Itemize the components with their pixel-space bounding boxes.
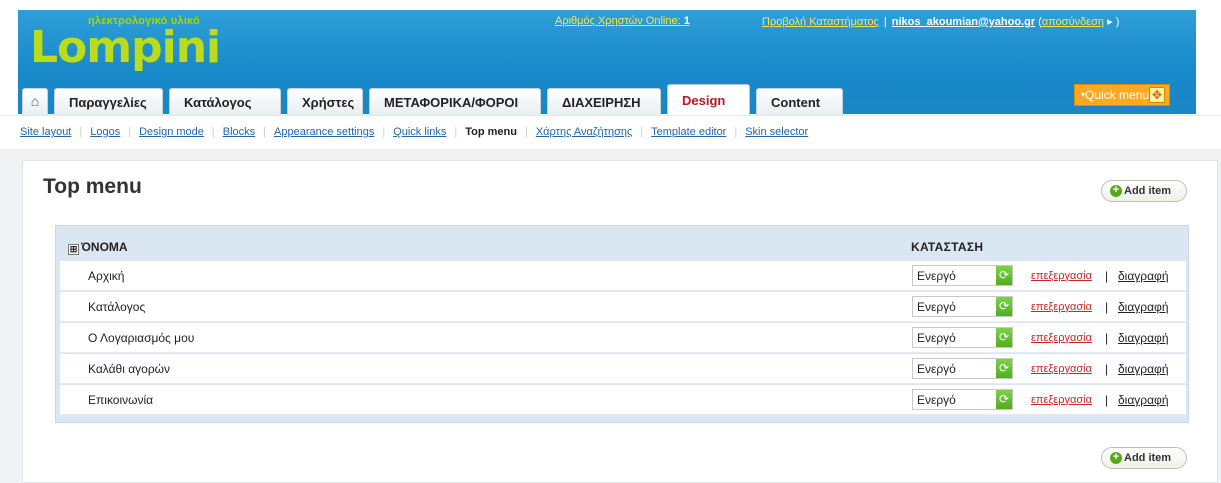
view-store-link[interactable]: Προβολή Καταστήματος [762, 16, 879, 28]
delete-link[interactable]: διαγραφή [1118, 269, 1169, 283]
refresh-icon[interactable]: ⟳ [996, 328, 1012, 347]
status-value: Ενεργό [917, 300, 956, 314]
column-name-label: ΌΝΟΜΑ [81, 240, 128, 254]
menu-item-name: Καλάθι αγορών [88, 362, 171, 376]
edit-link[interactable]: επεξεργασία [1031, 363, 1092, 375]
status-select[interactable]: Ενεργό ⟳ [912, 358, 1013, 379]
status-select[interactable]: Ενεργό ⟳ [912, 389, 1013, 410]
status-value: Ενεργό [917, 362, 956, 376]
edit-link[interactable]: επεξεργασία [1031, 332, 1092, 344]
user-bar: Προβολή Καταστήματος | nikos_akoumian@yaho… [762, 16, 1120, 28]
main-tabs: ⌂ Παραγγελίες Κατάλογος Χρήστες ΜΕΤΑΦΟΡΙ… [22, 84, 849, 115]
logo-text: Lompini [30, 22, 221, 73]
user-email-link[interactable]: nikos_akoumian@yahoo.gr [892, 16, 1035, 28]
plus-icon: + [1110, 185, 1122, 197]
status-select[interactable]: Ενεργό ⟳ [912, 265, 1013, 286]
table-row: Καλάθι αγορών Ενεργό ⟳ επεξεργασία | διαγ… [60, 354, 1186, 384]
tab-shipping-taxes[interactable]: ΜΕΤΑΦΟΡΙΚΑ/ΦΟΡΟΙ [369, 88, 541, 115]
table-row: Ο Λογαριασμός μου Ενεργό ⟳ επεξεργασία | … [60, 323, 1186, 353]
add-item-button-bottom[interactable]: + Add item [1101, 447, 1187, 469]
edit-link[interactable]: επεξεργασία [1031, 301, 1092, 313]
subnav-blocks[interactable]: Blocks [223, 126, 255, 138]
tab-catalog[interactable]: Κατάλογος [169, 88, 281, 115]
refresh-icon[interactable]: ⟳ [996, 390, 1012, 409]
tab-users[interactable]: Χρήστες [287, 88, 363, 115]
subnav-logos[interactable]: Logos [90, 126, 120, 138]
subnav-site-layout[interactable]: Site layout [20, 126, 71, 138]
edit-link[interactable]: επεξεργασία [1031, 270, 1092, 282]
table-row: Επικοινωνία Ενεργό ⟳ επεξεργασία | διαγρα… [60, 385, 1186, 415]
logout-link[interactable]: αποσύνδεση [1042, 16, 1104, 28]
tab-design[interactable]: Design [667, 84, 750, 115]
status-value: Ενεργό [917, 393, 956, 407]
subnav-template-editor[interactable]: Template editor [651, 126, 726, 138]
status-value: Ενεργό [917, 269, 956, 283]
table-header: ⊞ ΌΝΟΜΑ ΚΑΤΑΣΤΑΣΗ [56, 236, 1188, 260]
menu-item-name: Αρχική [88, 269, 125, 283]
tab-administration[interactable]: ΔΙΑΧΕΙΡΗΣΗ [547, 88, 661, 115]
status-select[interactable]: Ενεργό ⟳ [912, 327, 1013, 348]
add-item-button[interactable]: + Add item [1101, 180, 1187, 202]
subnav-design-mode[interactable]: Design mode [139, 126, 204, 138]
table-row: Αρχική Ενεργό ⟳ επεξεργασία | διαγραφή [60, 261, 1186, 291]
online-users[interactable]: Αριθμός Χρηστών Online: 1 [555, 15, 690, 27]
column-header-status: ΚΑΤΑΣΤΑΣΗ [911, 240, 984, 254]
delete-link[interactable]: διαγραφή [1118, 362, 1169, 376]
status-select[interactable]: Ενεργό ⟳ [912, 296, 1013, 317]
quick-menu-button[interactable]: ▾Quick menu ✥ [1074, 84, 1170, 106]
online-users-label: Αριθμός Χρηστών Online: [555, 15, 681, 27]
subnav-appearance-settings[interactable]: Appearance settings [274, 126, 374, 138]
column-header-name: ⊞ ΌΝΟΜΑ [68, 240, 128, 255]
subnav-skin-selector[interactable]: Skin selector [745, 126, 808, 138]
subnav-top-menu: Top menu [465, 126, 517, 138]
online-users-count: 1 [683, 15, 690, 27]
delete-link[interactable]: διαγραφή [1118, 393, 1169, 407]
subnav-quick-links[interactable]: Quick links [393, 126, 446, 138]
sub-navigation: Site layout | Logos | Design mode | Blocks | App… [0, 115, 1221, 149]
tab-content[interactable]: Content [756, 88, 843, 115]
refresh-icon[interactable]: ⟳ [996, 297, 1012, 316]
refresh-icon[interactable]: ⟳ [996, 359, 1012, 378]
status-value: Ενεργό [917, 331, 956, 345]
menu-item-name: Επικοινωνία [88, 393, 154, 407]
logo[interactable]: Lompini [30, 22, 221, 73]
quick-menu-label: Quick menu [1085, 88, 1150, 102]
chevron-right-icon: ▸ [1107, 16, 1113, 28]
home-icon: ⌂ [30, 93, 40, 109]
menu-item-name: Ο Λογαριασμός μου [88, 331, 195, 345]
refresh-icon[interactable]: ⟳ [996, 266, 1012, 285]
table-row: Κατάλογος Ενεργό ⟳ επεξεργασία | διαγραφή [60, 292, 1186, 322]
tab-orders[interactable]: Παραγγελίες [54, 88, 163, 115]
delete-link[interactable]: διαγραφή [1118, 331, 1169, 345]
subnav-search-map[interactable]: Χάρτης Αναζήτησης [536, 126, 632, 138]
add-item-label: Add item [1124, 185, 1172, 197]
edit-link[interactable]: επεξεργασία [1031, 394, 1092, 406]
tab-home[interactable]: ⌂ [22, 88, 48, 115]
delete-link[interactable]: διαγραφή [1118, 300, 1169, 314]
plus-icon: + [1110, 452, 1122, 464]
add-item-label: Add item [1124, 452, 1172, 464]
move-handle-icon[interactable]: ✥ [1149, 87, 1165, 103]
menu-items-table: ⊞ ΌΝΟΜΑ ΚΑΤΑΣΤΑΣΗ Αρχική Ενεργό ⟳ επεξεργα… [55, 225, 1189, 423]
menu-item-name: Κατάλογος [88, 300, 146, 314]
page-title: Top menu [43, 175, 142, 198]
expand-collapse-icon[interactable]: ⊞ [68, 244, 79, 255]
